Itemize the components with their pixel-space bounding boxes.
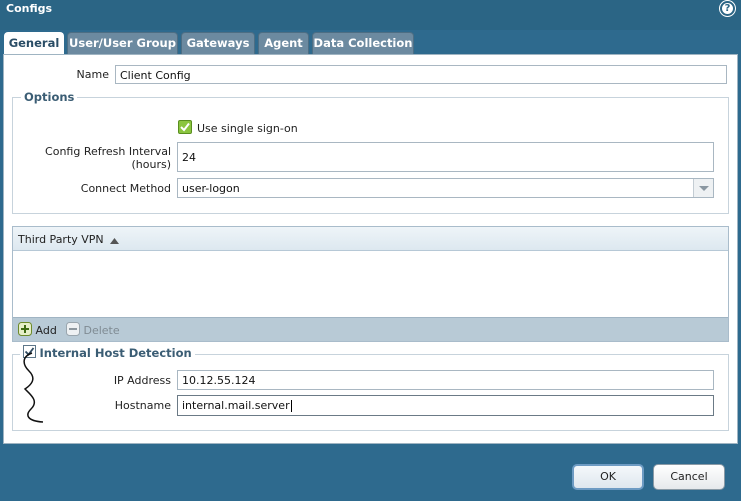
vpn-column-label: Third Party VPN xyxy=(18,233,104,246)
tab-data-collection[interactable]: Data Collection xyxy=(312,32,414,54)
hostname-value: internal.mail.server xyxy=(182,399,290,412)
hostname-input[interactable]: internal.mail.server xyxy=(177,395,714,416)
third-party-vpn-table: Third Party VPN Add Delete xyxy=(12,226,729,342)
text-cursor xyxy=(290,400,292,412)
host-detection-group xyxy=(12,354,729,431)
refresh-interval-input[interactable]: 24 xyxy=(177,142,714,172)
tab-agent[interactable]: Agent xyxy=(258,32,309,54)
tab-gateways[interactable]: Gateways xyxy=(181,32,255,54)
connect-method-label: Connect Method xyxy=(80,182,171,195)
annotation-brace-icon xyxy=(17,351,47,429)
tab-general[interactable]: General xyxy=(4,32,64,56)
name-input[interactable]: Client Config xyxy=(115,65,727,84)
add-label: Add xyxy=(35,324,57,337)
sort-ascending-icon xyxy=(110,234,120,247)
add-icon xyxy=(18,322,32,339)
ok-button[interactable]: OK xyxy=(572,464,644,490)
cancel-button[interactable]: Cancel xyxy=(653,464,725,490)
vpn-table-toolbar: Add Delete xyxy=(13,317,728,341)
title-bar: Configs ? xyxy=(0,0,741,30)
refresh-label-line1: Config Refresh Interval xyxy=(45,145,171,158)
ip-address-input[interactable]: 10.12.55.124 xyxy=(177,370,714,390)
connect-method-select[interactable]: user-logon xyxy=(177,178,714,198)
sso-checkbox[interactable] xyxy=(178,120,192,134)
hostname-label: Hostname xyxy=(114,399,171,412)
chevron-down-icon[interactable] xyxy=(693,179,713,197)
delete-button[interactable]: Delete xyxy=(66,322,120,339)
ip-address-label: IP Address xyxy=(113,374,171,387)
sso-label: Use single sign-on xyxy=(197,122,298,135)
general-panel: Name Client Config Options Use single si… xyxy=(3,54,738,444)
help-icon[interactable]: ? xyxy=(720,1,735,16)
tab-user-group[interactable]: User/User Group xyxy=(67,32,178,54)
options-legend: Options xyxy=(21,90,78,104)
connect-method-value: user-logon xyxy=(182,182,240,195)
dialog-title: Configs xyxy=(6,2,53,15)
add-button[interactable]: Add xyxy=(18,322,57,339)
delete-icon xyxy=(66,322,80,339)
refresh-label: Config Refresh Interval (hours) xyxy=(24,145,171,171)
host-detection-label: Internal Host Detection xyxy=(39,346,192,360)
delete-label: Delete xyxy=(83,324,120,337)
vpn-column-header[interactable]: Third Party VPN xyxy=(13,227,728,251)
refresh-label-line2: (hours) xyxy=(131,158,171,171)
name-label: Name xyxy=(76,68,109,81)
